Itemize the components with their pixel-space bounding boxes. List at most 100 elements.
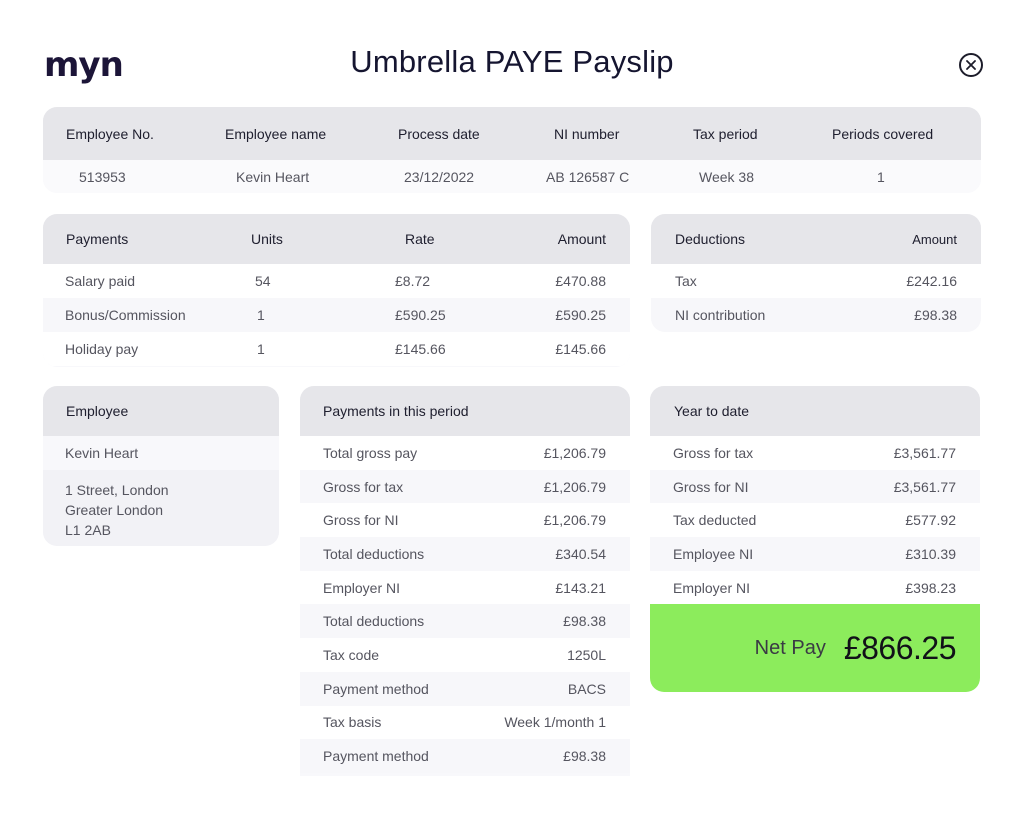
payment-rate: £590.25: [395, 307, 446, 323]
header-rate: Rate: [405, 231, 435, 247]
value-employee-no: 513953: [79, 168, 126, 185]
value-ni-number: AB 126587 C: [546, 168, 630, 185]
payment-amount: £145.66: [555, 341, 606, 357]
payment-units: 54: [255, 273, 271, 289]
deduction-label: NI contribution: [675, 307, 766, 323]
table-row: Gross for NI £1,206.79: [300, 503, 630, 538]
deductions-header: Deductions Amount: [651, 214, 981, 264]
table-row: Employer NI £398.23: [650, 570, 980, 605]
header-process-date: Process date: [398, 125, 480, 142]
row-value: £3,561.77: [893, 444, 956, 461]
payments-in-period-card: Payments in this period Total gross pay £…: [300, 386, 630, 776]
table-row: Salary paid 54 £8.72 £470.88: [43, 264, 630, 298]
row-label: Tax basis: [323, 714, 382, 731]
table-row: Total gross pay £1,206.79: [300, 436, 630, 470]
employee-name: Kevin Heart: [43, 436, 279, 470]
table-row: Holiday pay 1 £145.66 £145.66: [43, 332, 630, 366]
employee-card-title: Employee: [43, 386, 279, 436]
value-process-date: 23/12/2022: [404, 168, 475, 185]
table-row: Tax code 1250L: [300, 638, 630, 672]
row-label: Total deductions: [323, 545, 425, 562]
header-employee-no: Employee No.: [66, 125, 154, 142]
table-row: Gross for tax £1,206.79: [300, 469, 630, 504]
row-label: Employer NI: [673, 579, 751, 596]
net-pay-banner: Net Pay £866.25: [650, 604, 980, 692]
row-label: Gross for tax: [673, 444, 754, 461]
table-row: Bonus/Commission 1 £590.25 £590.25: [43, 298, 630, 332]
table-row: NI contribution £98.38: [651, 298, 981, 332]
header-payments: Payments: [66, 231, 129, 247]
year-to-date-card: Year to date Gross for tax £3,561.77 Gros…: [650, 386, 980, 692]
row-label: Payment method: [323, 748, 429, 765]
table-row: Tax basis Week 1/month 1: [300, 705, 630, 740]
row-label: Gross for NI: [673, 478, 749, 495]
header-deductions: Deductions: [675, 231, 746, 247]
row-label: Gross for tax: [323, 478, 404, 495]
payment-amount: £470.88: [555, 273, 606, 289]
row-label: Payment method: [323, 680, 429, 697]
table-row: Gross for NI £3,561.77: [650, 469, 980, 504]
payment-rate: £145.66: [395, 341, 446, 357]
table-row: Payment method BACS: [300, 671, 630, 706]
row-label: Tax code: [323, 646, 380, 663]
row-value: £3,561.77: [893, 478, 956, 495]
row-label: Tax deducted: [673, 512, 757, 529]
table-row: Employee NI £310.39: [650, 537, 980, 571]
row-label: Employee NI: [673, 545, 754, 562]
table-row: Gross for tax £3,561.77: [650, 436, 980, 470]
row-value: £577.92: [905, 512, 956, 529]
address-line: Greater London: [65, 502, 164, 518]
employee-info-header: Employee No. Employee name Process date …: [43, 107, 981, 160]
header-amount: Amount: [557, 231, 606, 247]
value-periods-covered: 1: [877, 168, 885, 185]
value-tax-period: Week 38: [699, 168, 754, 185]
deduction-label: Tax: [675, 273, 697, 289]
row-value: £310.39: [905, 545, 956, 562]
payment-label: Salary paid: [65, 273, 136, 289]
period-card-title: Payments in this period: [300, 386, 630, 436]
row-value: £98.38: [563, 613, 606, 630]
table-row: Employer NI £143.21: [300, 570, 630, 605]
row-label: Total deductions: [323, 613, 425, 630]
employee-address: 1 Street, London Greater London L1 2AB: [43, 470, 279, 546]
row-label: Employer NI: [323, 579, 401, 596]
employee-card: Employee Kevin Heart 1 Street, London Gr…: [43, 386, 279, 546]
table-row: Total deductions £340.54: [300, 537, 630, 571]
row-value: Week 1/month 1: [504, 714, 606, 731]
page-title: Umbrella PAYE Payslip: [350, 44, 674, 79]
row-value: BACS: [567, 680, 606, 697]
row-value: £1,206.79: [543, 512, 606, 529]
net-pay-value: £866.25: [843, 629, 957, 666]
net-pay-label: Net Pay: [754, 636, 826, 659]
close-button[interactable]: [959, 53, 983, 77]
table-row: Tax deducted £577.92: [650, 503, 980, 538]
address-line: L1 2AB: [65, 522, 111, 538]
row-value: £1,206.79: [543, 444, 606, 461]
payment-label: Bonus/Commission: [65, 307, 186, 323]
address-line: 1 Street, London: [65, 482, 169, 498]
close-icon: [966, 60, 976, 70]
employee-info-card: Employee No. Employee name Process date …: [43, 107, 981, 193]
payments-card: Payments Units Rate Amount Salary paid 5…: [43, 214, 630, 367]
payment-label: Holiday pay: [65, 341, 139, 357]
deduction-amount: £242.16: [906, 273, 957, 289]
employee-info-row: 513953 Kevin Heart 23/12/2022 AB 126587 …: [43, 160, 981, 193]
table-row: Tax £242.16: [651, 264, 981, 298]
header-units: Units: [251, 231, 283, 247]
row-value: £1,206.79: [543, 478, 606, 495]
payment-rate: £8.72: [395, 273, 431, 289]
row-label: Gross for NI: [323, 512, 399, 529]
row-value: £340.54: [555, 545, 606, 562]
row-value: £143.21: [555, 579, 606, 596]
payment-amount: £590.25: [555, 307, 606, 323]
row-label: Total gross pay: [323, 444, 418, 461]
header-periods-covered: Periods covered: [832, 125, 934, 142]
payment-units: 1: [257, 307, 265, 323]
table-row: Payment method £98.38: [300, 739, 630, 773]
payments-header: Payments Units Rate Amount: [43, 214, 630, 264]
table-row: Total deductions £98.38: [300, 604, 630, 639]
ytd-card-title: Year to date: [650, 386, 980, 436]
row-value: £98.38: [563, 748, 606, 765]
header-ni-number: NI number: [554, 125, 620, 142]
deduction-amount: £98.38: [914, 307, 957, 323]
